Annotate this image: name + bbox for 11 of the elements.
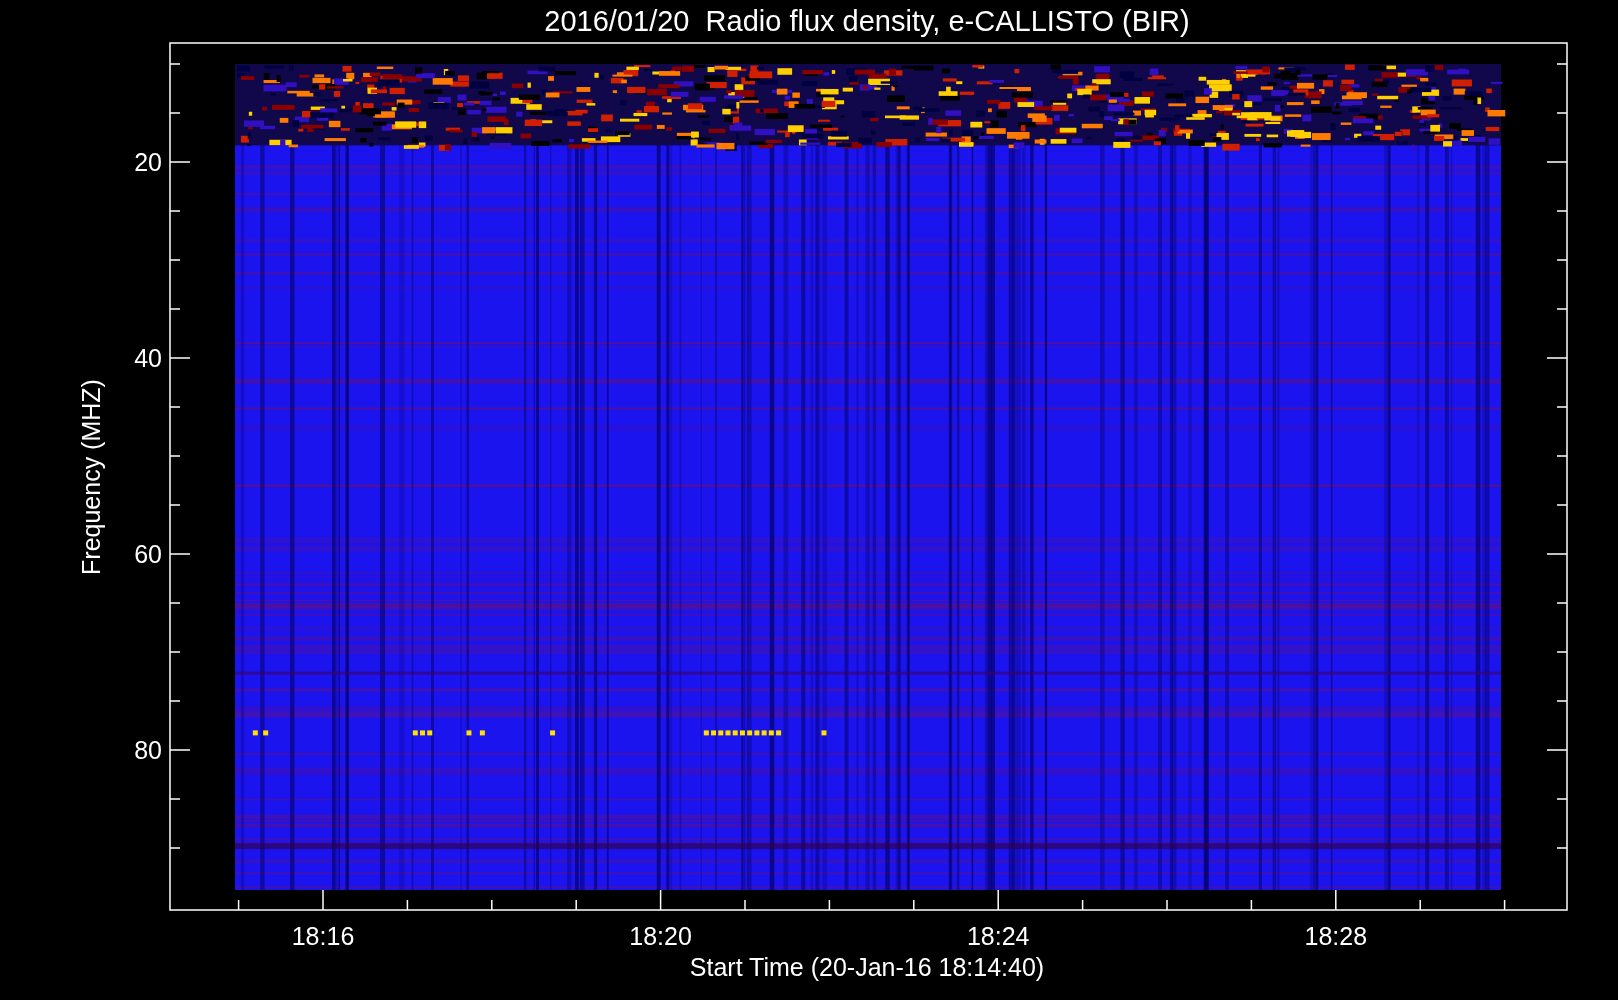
- axis-tick-label: 18:16: [291, 922, 355, 950]
- axis-tick-label: 18:20: [629, 922, 692, 950]
- axis-tick-label: 18:24: [966, 922, 1030, 950]
- axis-label: Start Time (20-Jan-16 18:14:40): [689, 953, 1045, 981]
- axis-tick-label: 20: [134, 148, 162, 176]
- axis-tick-label: 80: [134, 736, 162, 764]
- axis-tick-label: 60: [134, 540, 162, 568]
- axis-tick-label: 40: [134, 344, 162, 372]
- axis-label: Frequency (MHZ): [77, 379, 105, 575]
- chart-title: 2016/01/20 Radio flux density, e-CALLISTO (BIR): [544, 5, 1190, 37]
- axis-tick-label: 18:28: [1304, 922, 1368, 950]
